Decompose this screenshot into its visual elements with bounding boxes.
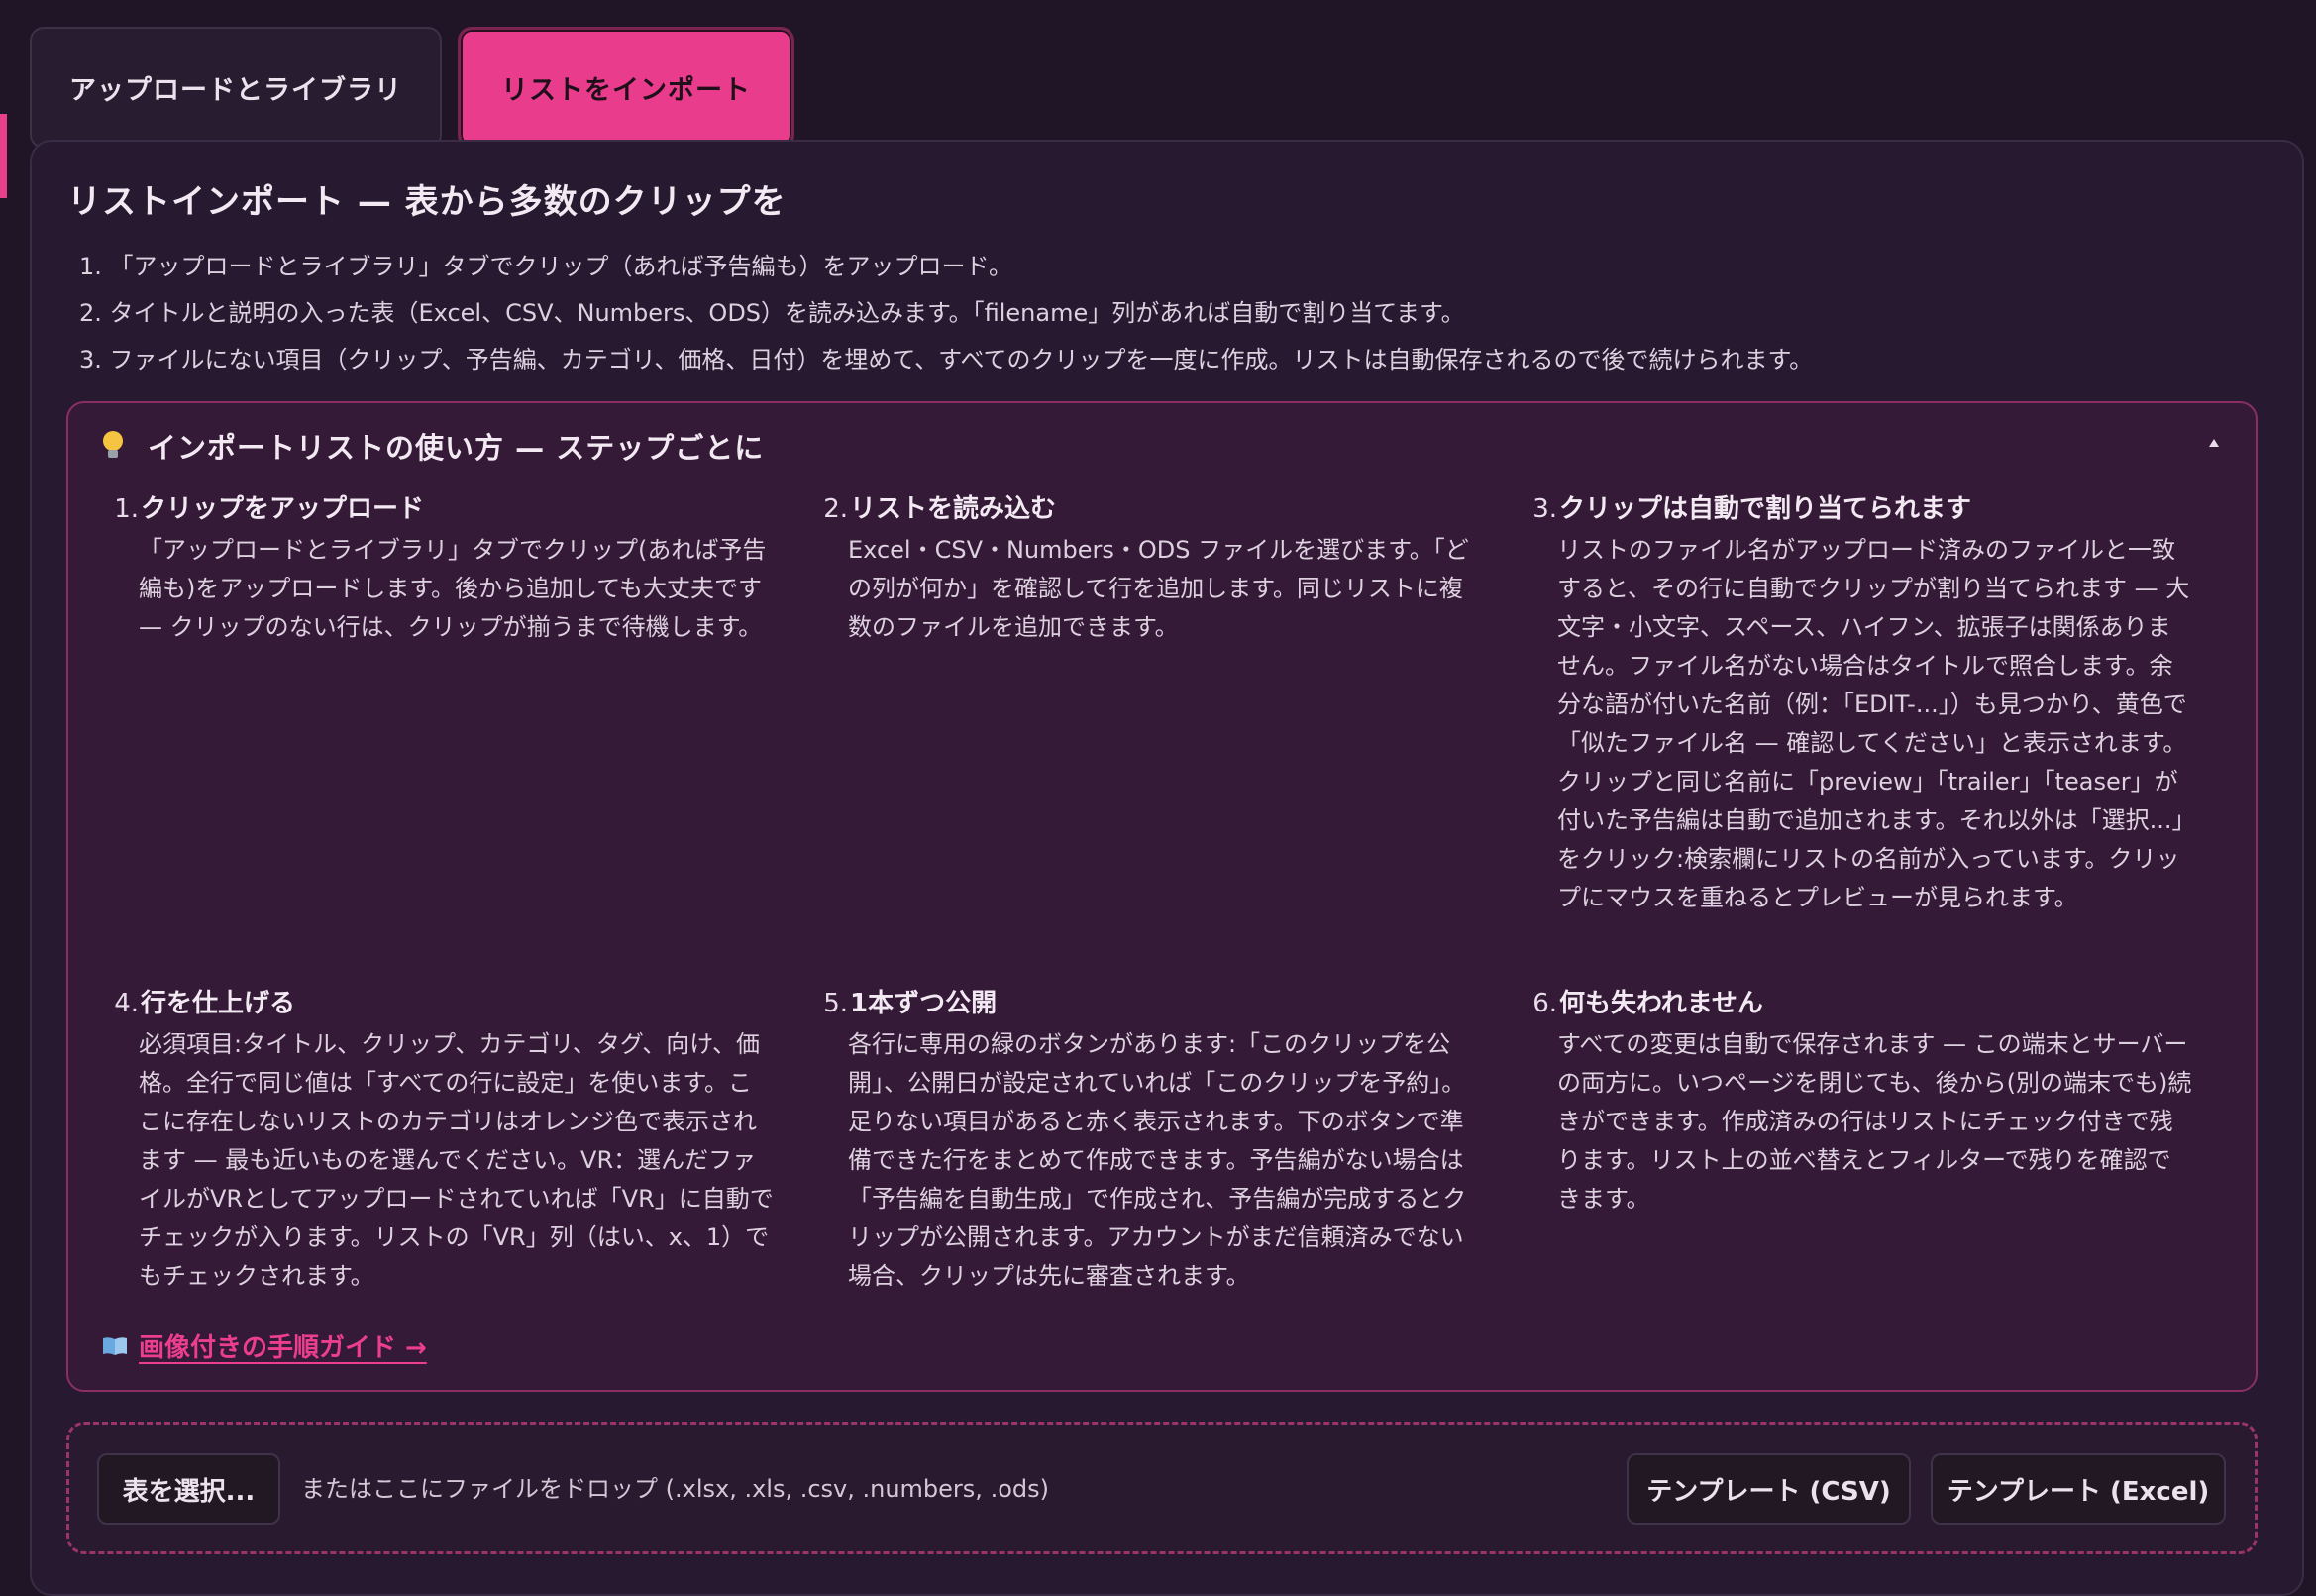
intro-list: 1. 「アップロードとライブラリ」タブでクリップ（あれば予告編も）をアップロード… [79, 244, 2209, 383]
drop-hint: またはここにファイルをドロップ (.xlsx, .xls, .csv, .num… [301, 1475, 1049, 1503]
guide-title: インポートリストの使い方 — ステップごとに [148, 431, 765, 465]
collapse-triangle-icon[interactable] [2207, 436, 2221, 450]
step-description: リストのファイル名がアップロード済みのファイルと一致すると、その行に自動でクリッ… [1557, 536, 2190, 911]
step-number: 5. [823, 989, 848, 1018]
step-description: Excel・CSV・Numbers・ODS ファイルを選びます。「どの列が何か」… [848, 536, 1469, 641]
template-csv-button[interactable]: テンプレート (CSV) [1627, 1453, 1911, 1525]
page-title: リストインポート — 表から多数のクリップを [67, 182, 787, 222]
step-title: クリップをアップロード [141, 494, 425, 524]
step-title: 1本ずつ公開 [850, 989, 998, 1018]
step-number: 1. [114, 494, 139, 524]
visual-guide-link[interactable]: 画像付きの手順ガイド → [101, 1328, 427, 1364]
guide-step: 3. クリップは自動で割り当てられます リストのファイル名がアップロード済みのフ… [1529, 487, 2193, 917]
guide-step: 2. リストを読み込む Excel・CSV・Numbers・ODS ファイルを選… [820, 487, 1484, 647]
step-description: 必須項目:タイトル、クリップ、カテゴリ、タグ、向け、価格。全行で同じ値は「すべて… [139, 1030, 774, 1290]
step-number: 2. [823, 494, 848, 524]
book-icon [103, 1336, 127, 1355]
guide-step: 4. 行を仕上げる 必須項目:タイトル、クリップ、カテゴリ、タグ、向け、価格。全… [111, 982, 775, 1296]
step-title: 何も失われません [1559, 989, 1763, 1018]
visual-guide-link-text: 画像付きの手順ガイド → [139, 1333, 427, 1363]
step-number: 3. [1532, 494, 1557, 524]
step-description: すべての変更は自動で保存されます — この端末とサーバーの両方に。いつページを閉… [1557, 1030, 2192, 1213]
intro-item: 2. タイトルと説明の入った表（Excel、CSV、Numbers、ODS）を読… [79, 299, 1465, 327]
intro-item: 3. ファイルにない項目（クリップ、予告編、カテゴリ、価格、日付）を埋めて、すべ… [79, 346, 1814, 373]
guide-header[interactable]: インポートリストの使い方 — ステップごとに [102, 426, 764, 466]
tab-bar: アップロードとライブラリ リストをインポート [30, 27, 794, 149]
active-indicator [0, 114, 7, 198]
tab-upload-library[interactable]: アップロードとライブラリ [30, 27, 442, 149]
step-title: クリップは自動で割り当てられます [1559, 494, 1972, 524]
guide-step: 1. クリップをアップロード 「アップロードとライブラリ」タブでクリップ(あれば… [111, 487, 775, 647]
lightbulb-icon [102, 431, 124, 461]
guide-step: 6. 何も失われません すべての変更は自動で保存されます — この端末とサーバー… [1529, 982, 2193, 1219]
tab-import-list[interactable]: リストをインポート [458, 27, 794, 149]
select-spreadsheet-button[interactable]: 表を選択... [97, 1453, 280, 1525]
step-number: 6. [1532, 989, 1557, 1018]
step-number: 4. [114, 989, 139, 1018]
step-title: 行を仕上げる [141, 989, 296, 1018]
template-excel-button[interactable]: テンプレート (Excel) [1931, 1453, 2226, 1525]
step-description: 各行に専用の緑のボタンがあります:「このクリップを公開」、公開日が設定されていれ… [848, 1030, 1467, 1290]
step-title: リストを読み込む [850, 494, 1057, 524]
guide-step: 5. 1本ずつ公開 各行に専用の緑のボタンがあります:「このクリップを公開」、公… [820, 982, 1484, 1296]
step-description: 「アップロードとライブラリ」タブでクリップ(あれば予告編も)をアップロードします… [139, 536, 767, 641]
intro-item: 1. 「アップロードとライブラリ」タブでクリップ（あれば予告編も）をアップロード… [79, 253, 1013, 280]
